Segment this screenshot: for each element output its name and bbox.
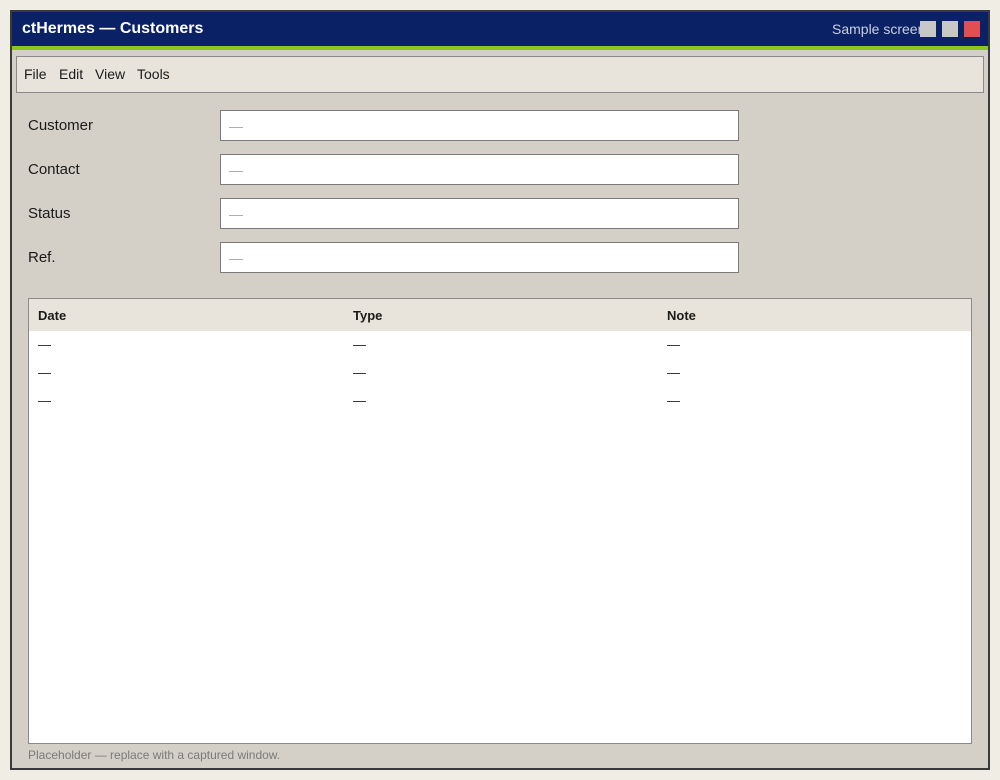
table-header: Date Type Note xyxy=(29,299,971,331)
table-row[interactable]: — — — xyxy=(29,387,971,415)
footer-note: Placeholder — replace with a captured wi… xyxy=(28,748,281,762)
cell-type: — xyxy=(353,337,366,352)
menu-item-tools[interactable]: Tools xyxy=(137,66,170,82)
contact-label: Contact xyxy=(28,161,80,178)
customer-label: Customer xyxy=(28,117,94,134)
ref-input[interactable] xyxy=(220,242,739,273)
menu-item-file[interactable]: File xyxy=(24,66,47,82)
cell-date: — xyxy=(38,337,51,352)
window-note: Sample screen xyxy=(832,21,926,37)
cell-type: — xyxy=(353,365,366,380)
customer-input[interactable] xyxy=(220,110,739,141)
cell-date: — xyxy=(38,365,51,380)
ref-label: Ref. xyxy=(28,249,56,266)
maximize-button[interactable] xyxy=(942,21,958,37)
status-input[interactable] xyxy=(220,198,739,229)
cell-type: — xyxy=(353,393,366,408)
menu-bar: File Edit View Tools xyxy=(16,56,984,93)
window-title: ctHermes — Customers xyxy=(22,20,204,37)
column-header-note[interactable]: Note xyxy=(667,308,696,323)
cell-note: — xyxy=(667,365,680,380)
cell-date: — xyxy=(38,393,51,408)
cell-note: — xyxy=(667,337,680,352)
table-row[interactable]: — — — xyxy=(29,359,971,387)
cell-note: — xyxy=(667,393,680,408)
contact-input[interactable] xyxy=(220,154,739,185)
column-header-date[interactable]: Date xyxy=(38,308,66,323)
app-window: ctHermes — Customers Sample screen File … xyxy=(10,10,990,770)
status-label: Status xyxy=(28,205,71,222)
minimize-button[interactable] xyxy=(920,21,936,37)
column-header-type[interactable]: Type xyxy=(353,308,382,323)
table-row[interactable]: — — — xyxy=(29,331,971,359)
menu-item-view[interactable]: View xyxy=(95,66,125,82)
title-bar: ctHermes — Customers Sample screen xyxy=(12,12,988,50)
menu-item-edit[interactable]: Edit xyxy=(59,66,83,82)
close-button[interactable] xyxy=(964,21,980,37)
records-table: Date Type Note — — — — — — — — — xyxy=(28,298,972,744)
